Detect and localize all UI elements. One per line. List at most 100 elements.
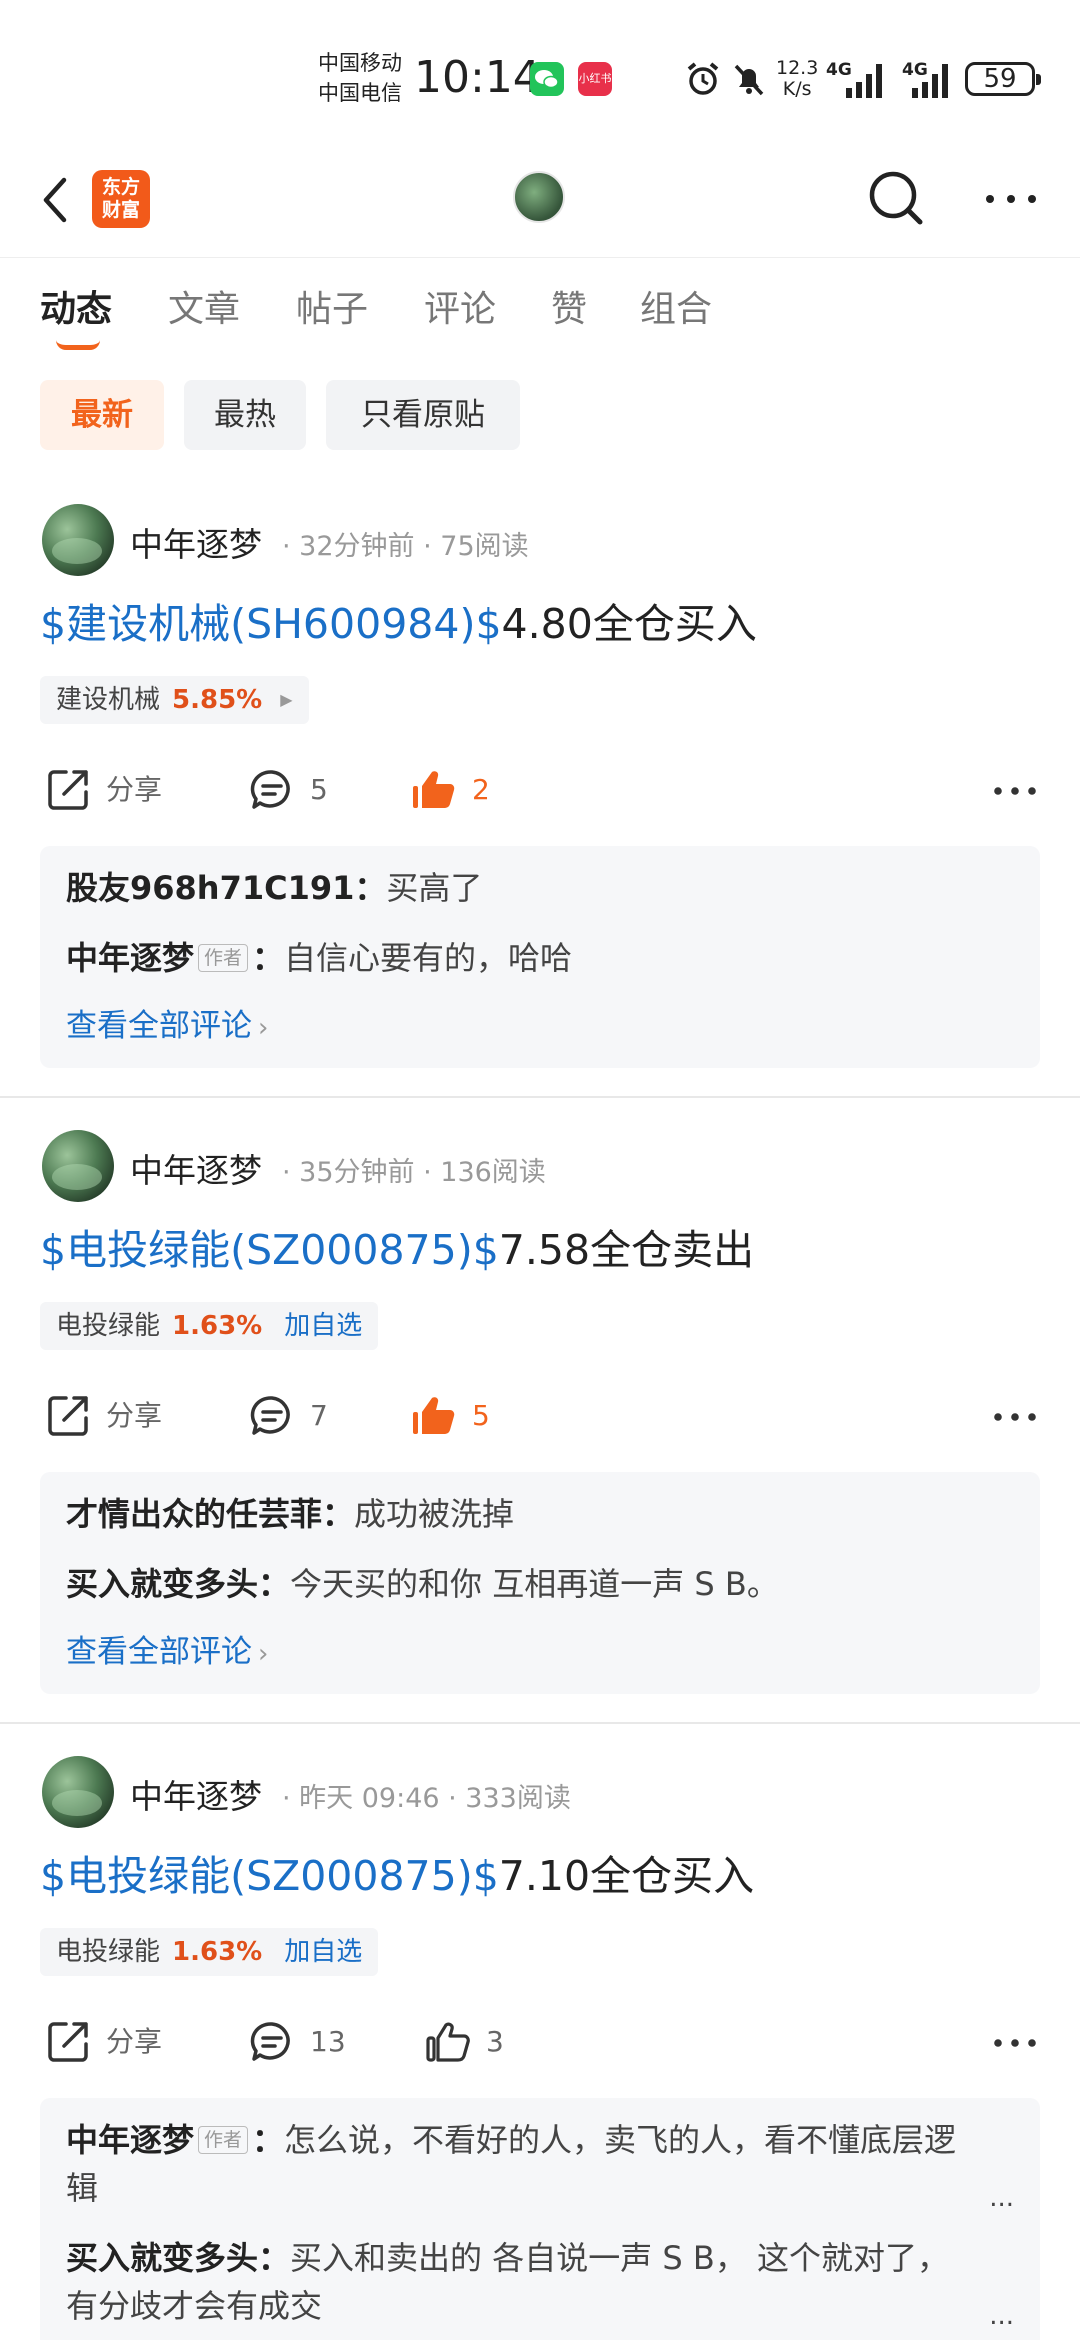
post-divider (0, 1722, 1080, 1724)
comment-item[interactable]: 买入就变多头：今天买的和你 互相再道一声 S B。 (66, 1560, 1014, 1608)
tab-dynamics[interactable]: 动态 (40, 280, 112, 332)
comment-preview-box: 中年逐梦 作者 ：怎么说，不看好的人，卖飞的人，看不懂底层逻辑 ... 买入就变多头… (40, 2098, 1040, 2340)
logo-line-1: 东方 (101, 176, 140, 198)
network-speed: 12.3 K/s (776, 58, 818, 100)
comment-text: 今天买的和你 互相再道一声 S B。 (290, 1565, 779, 1603)
stock-quote-tag[interactable]: 建设机械 5.85% ▶ (40, 676, 309, 724)
like-button[interactable]: 3 (424, 2014, 524, 2070)
commenter-name[interactable]: 股友968h71C191 (66, 869, 354, 907)
post-text: 4.80全仓买入 (501, 600, 757, 648)
like-button[interactable]: 2 (410, 762, 510, 818)
comment-count: 7 (310, 1399, 328, 1432)
post-meta: · 32分钟前 · 75阅读 (282, 531, 529, 562)
share-button[interactable]: 分享 (44, 2014, 184, 2070)
post-more-button[interactable] (990, 1392, 1040, 1442)
comment-button[interactable]: 7 (248, 1388, 348, 1444)
comment-button[interactable]: 13 (248, 2014, 358, 2070)
stock-change-pct: 5.85% (172, 685, 263, 715)
author-name[interactable]: 中年逐梦 (130, 1144, 262, 1192)
signal-strength-icon-2 (912, 64, 948, 98)
filter-original-only[interactable]: 只看原贴 (326, 380, 520, 450)
thumbs-up-outline-icon (426, 2022, 470, 2062)
author-avatar[interactable] (42, 504, 114, 576)
stock-change-pct: 1.63% (172, 1937, 263, 1967)
add-to-watchlist-button[interactable]: 加自选 (284, 1937, 362, 1967)
net-speed-unit: K/s (782, 78, 812, 100)
post-meta: · 35分钟前 · 136阅读 (282, 1157, 546, 1188)
post-more-button[interactable] (990, 766, 1040, 816)
tab-articles[interactable]: 文章 (168, 280, 240, 332)
tab-likes[interactable]: 赞 (551, 280, 587, 332)
stock-link[interactable]: $建设机械(SH600984)$ (40, 600, 502, 648)
comment-item[interactable]: 股友968h71C191：买高了 (66, 864, 1014, 912)
author-name[interactable]: 中年逐梦 (130, 1770, 262, 1818)
search-button[interactable] (866, 168, 928, 230)
tab-portfolio[interactable]: 组合 (640, 280, 712, 332)
stock-quote-tag[interactable]: 电投绿能 1.63% 加自选 (40, 1928, 379, 1976)
logo-line-2: 财富 (101, 199, 140, 221)
share-button[interactable]: 分享 (44, 762, 184, 818)
author-avatar[interactable] (42, 1130, 114, 1202)
author-name[interactable]: 中年逐梦 (130, 518, 262, 566)
share-icon (48, 770, 88, 810)
author-badge: 作者 (198, 944, 249, 972)
comment-bubble-icon (250, 770, 290, 809)
stock-link[interactable]: $电投绿能(SZ000875)$ (40, 1226, 499, 1274)
comment-text: 买高了 (386, 869, 483, 907)
comment-bubble-icon (250, 2022, 290, 2061)
filter-latest[interactable]: 最新 (40, 380, 164, 450)
comment-item[interactable]: 中年逐梦 作者 ：自信心要有的，哈哈 (66, 934, 1014, 982)
author-avatar[interactable] (42, 1756, 114, 1828)
more-options-button[interactable] (980, 168, 1042, 230)
status-bar: 中国移动 中国电信 10:14 小红书 12.3 K/s 4G 4G 59 (0, 0, 1080, 150)
comment-count: 5 (310, 773, 328, 806)
share-label: 分享 (106, 773, 163, 806)
post-title[interactable]: $建设机械(SH600984)$4.80全仓买入 (40, 590, 757, 650)
signal-strength-icon-1 (846, 64, 882, 98)
like-button[interactable]: 5 (410, 1388, 510, 1444)
back-arrow-icon (43, 177, 67, 223)
commenter-name[interactable]: 买入就变多头 (66, 1565, 258, 1603)
tab-comments[interactable]: 评论 (424, 280, 496, 332)
share-button[interactable]: 分享 (44, 1388, 184, 1444)
comment-item[interactable]: 买入就变多头：买入和卖出的 各自说一声 S B， 这个就对了，有分歧才会有成交 … (66, 2234, 1014, 2331)
view-all-label: 查看全部评论 (66, 1008, 252, 1044)
stock-change-pct: 1.63% (172, 1311, 263, 1341)
view-all-comments-link[interactable]: 查看全部评论 › (66, 1004, 1014, 1050)
commenter-name[interactable]: 中年逐梦 (66, 939, 194, 977)
comment-item[interactable]: 才情出众的任芸菲：成功被洗掉 (66, 1490, 1014, 1538)
commenter-name[interactable]: 中年逐梦 (66, 2121, 194, 2159)
post-title[interactable]: $电投绿能(SZ000875)$7.58全仓卖出 (40, 1216, 754, 1276)
more-dots-icon (986, 195, 1036, 203)
share-label: 分享 (106, 1399, 163, 1432)
share-icon (48, 1396, 88, 1436)
thumbs-up-filled-icon (413, 1397, 455, 1434)
share-label: 分享 (106, 2025, 163, 2058)
comment-preview-box: 股友968h71C191：买高了 中年逐梦 作者 ：自信心要有的，哈哈 查看全部评论… (40, 846, 1040, 1068)
commenter-name[interactable]: 才情出众的任芸菲 (66, 1495, 322, 1533)
comment-text: 自信心要有的，哈哈 (284, 939, 573, 977)
comment-bubble-icon (250, 1396, 290, 1435)
expand-ellipsis[interactable]: ... (989, 2174, 1014, 2222)
comment-text: 成功被洗掉 (354, 1495, 515, 1533)
chevron-right-icon: › (258, 1013, 269, 1043)
tab-posts[interactable]: 帖子 (296, 280, 368, 332)
stock-link[interactable]: $电投绿能(SZ000875)$ (40, 1852, 499, 1900)
commenter-name[interactable]: 买入就变多头 (66, 2239, 258, 2277)
post-title[interactable]: $电投绿能(SZ000875)$7.10全仓买入 (40, 1842, 754, 1902)
stock-quote-tag[interactable]: 电投绿能 1.63% 加自选 (40, 1302, 379, 1350)
view-all-comments-link[interactable]: 查看全部评论 › (66, 1630, 1014, 1676)
user-avatar[interactable] (513, 171, 565, 223)
share-icon (48, 2022, 88, 2062)
add-to-watchlist-button[interactable]: 加自选 (284, 1311, 362, 1341)
stock-name: 电投绿能 (56, 1937, 161, 1967)
carrier-2: 中国电信 (318, 81, 402, 105)
back-button[interactable] (30, 170, 86, 230)
search-icon (869, 171, 923, 225)
comment-item[interactable]: 中年逐梦 作者 ：怎么说，不看好的人，卖飞的人，看不懂底层逻辑 ... (66, 2116, 1014, 2213)
view-all-label: 查看全部评论 (66, 1634, 252, 1670)
comment-button[interactable]: 5 (248, 762, 348, 818)
filter-hottest[interactable]: 最热 (184, 380, 306, 450)
expand-ellipsis[interactable]: ... (989, 2292, 1014, 2340)
post-more-button[interactable] (990, 2018, 1040, 2068)
